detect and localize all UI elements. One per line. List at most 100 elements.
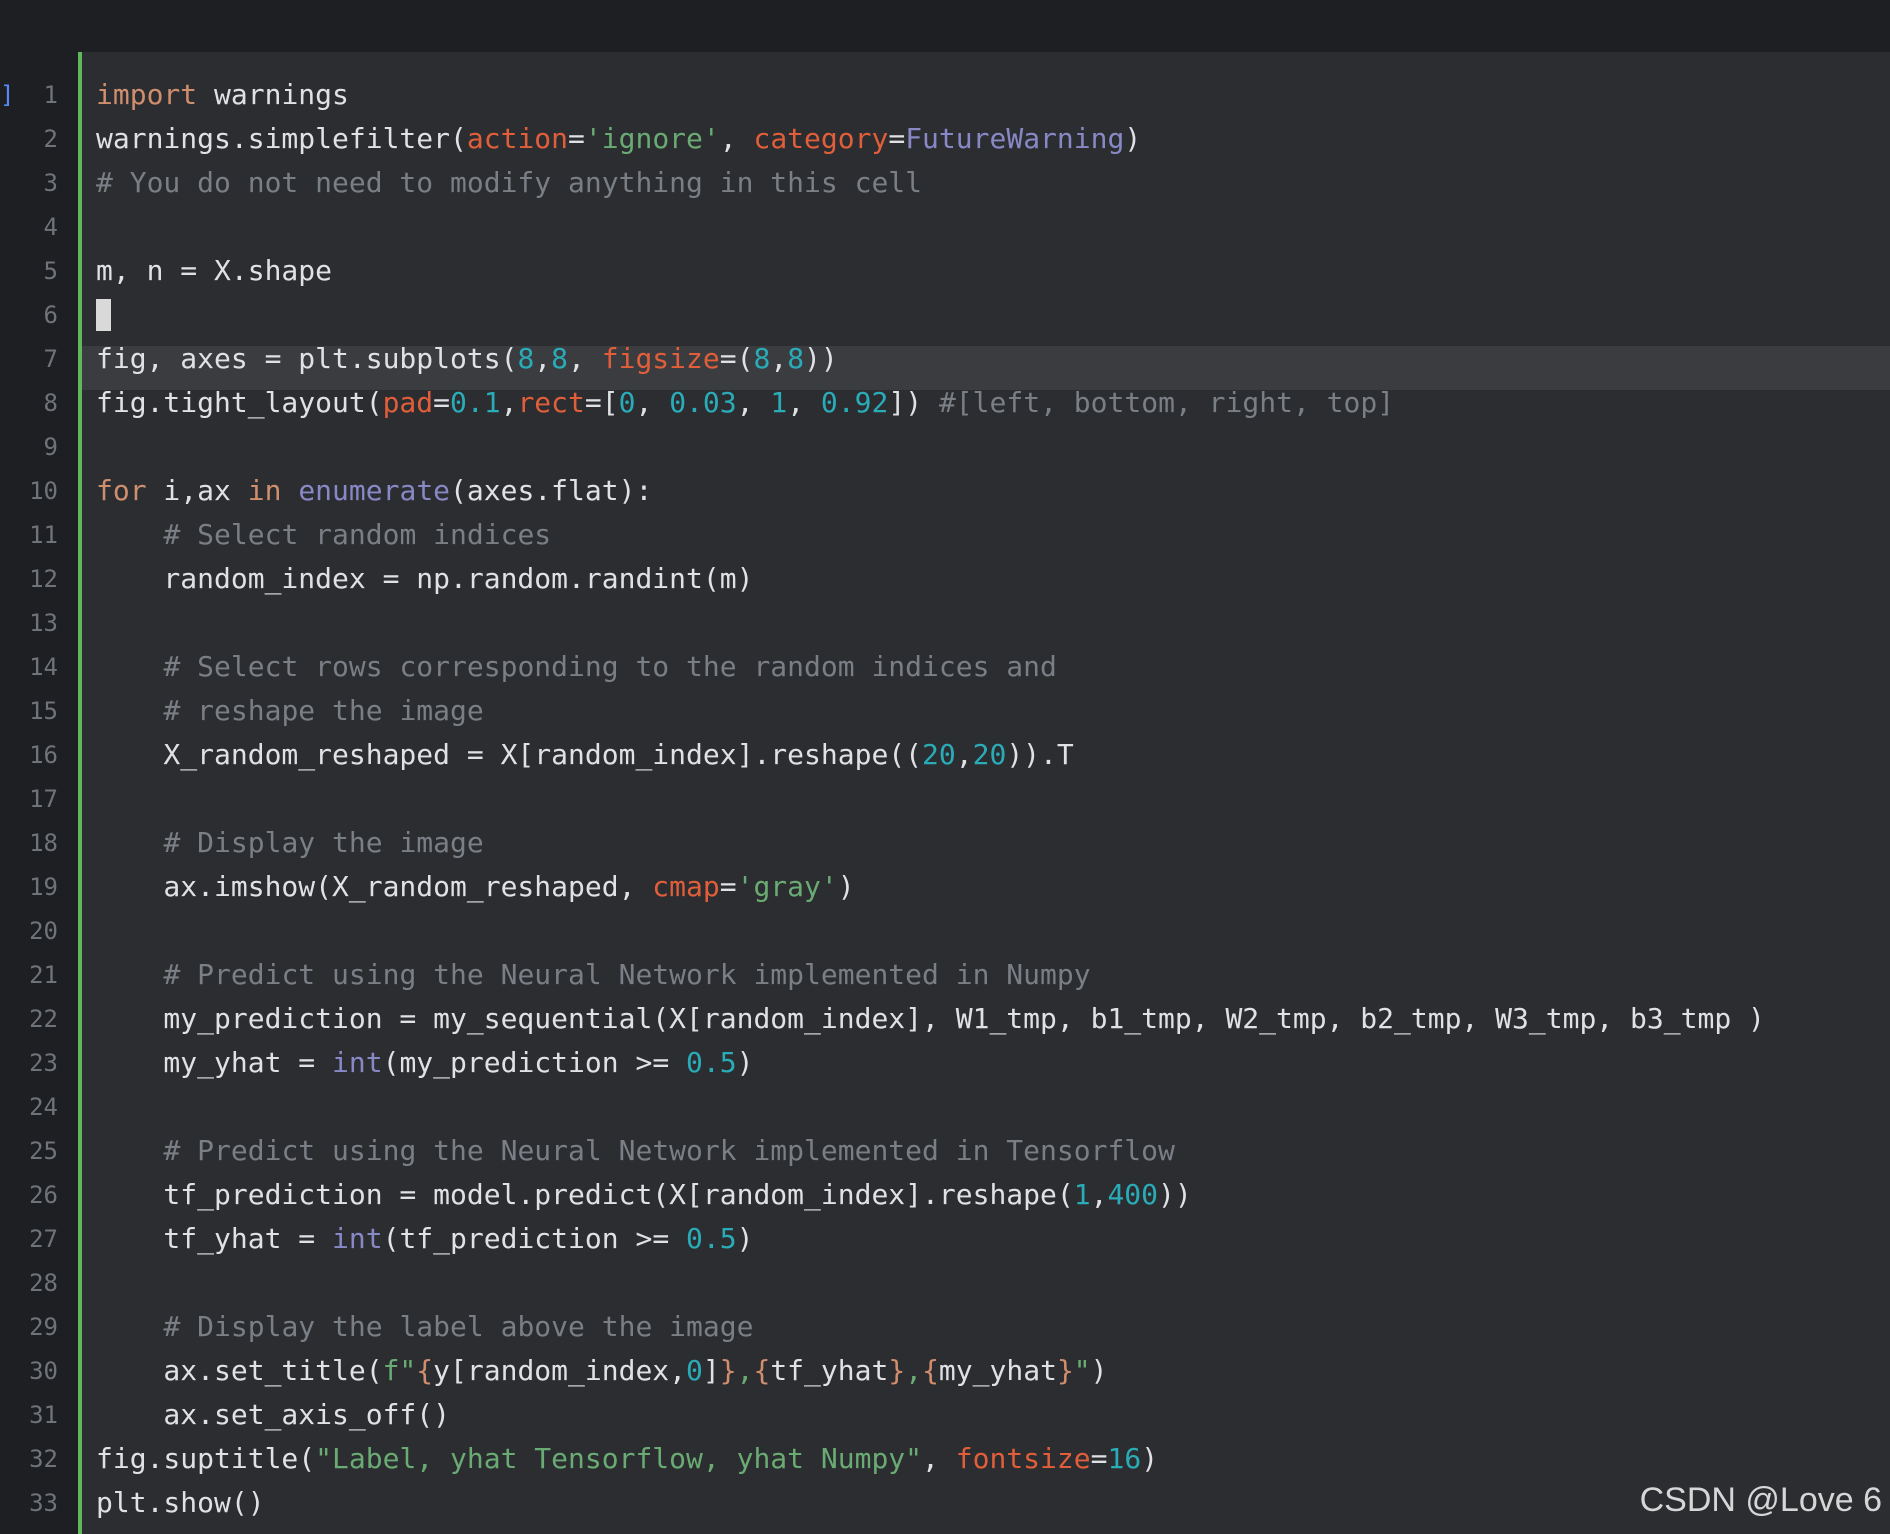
code-token: my_yhat = [96, 1046, 333, 1079]
code-line[interactable]: 21 # Predict using the Neural Network im… [0, 953, 1890, 997]
code-text: ax.set_title(f"{y[random_index,0]},{tf_y… [96, 1349, 1107, 1393]
line-number: 10 [29, 477, 58, 505]
code-line[interactable]: 29 # Display the label above the image [0, 1305, 1890, 1349]
code-line[interactable]: 18 # Display the image [0, 821, 1890, 865]
code-token: fig, axes = plt.subplots( [96, 342, 518, 375]
code-text: # Predict using the Neural Network imple… [96, 1129, 1174, 1173]
code-line[interactable]: 15 # reshape the image [0, 689, 1890, 733]
code-token: ax.set_title( [96, 1354, 383, 1387]
code-token: tf_yhat [770, 1354, 889, 1387]
code-token: , [736, 386, 771, 419]
code-text: # Select random indices [96, 513, 551, 557]
code-text: plt.show() [96, 1481, 265, 1525]
code-text: ax.imshow(X_random_reshaped, cmap='gray'… [96, 865, 854, 909]
code-token: , [534, 342, 552, 375]
line-number: 6 [43, 301, 58, 329]
line-number: 24 [29, 1093, 58, 1121]
code-line[interactable]: 1 import warnings [0, 73, 1890, 117]
code-line[interactable]: 24 [0, 1085, 1890, 1129]
code-token: = [433, 386, 451, 419]
code-line[interactable]: 27 tf_yhat = int(tf_prediction >= 0.5) [0, 1217, 1890, 1261]
line-number: 32 [29, 1445, 58, 1473]
code-token: ax.imshow(X_random_reshaped, [96, 870, 653, 903]
code-token: , [787, 386, 821, 419]
code-token: i,ax [146, 474, 248, 507]
code-line[interactable]: 33 plt.show() [0, 1481, 1890, 1525]
line-number: 1 [43, 81, 58, 109]
line-number: 8 [43, 389, 58, 417]
code-line[interactable]: 25 # Predict using the Neural Network im… [0, 1129, 1890, 1173]
code-text: ax.set_axis_off() [96, 1393, 450, 1437]
code-line[interactable]: 3 # You do not need to modify anything in… [0, 161, 1890, 205]
code-line[interactable]: 32 fig.suptitle("Label, yhat Tensorflow, … [0, 1437, 1890, 1481]
code-text: tf_prediction = model.predict(X[random_i… [96, 1173, 1192, 1217]
code-line[interactable]: 19 ax.imshow(X_random_reshaped, cmap='gr… [0, 865, 1890, 909]
code-token: = [888, 122, 906, 155]
code-token: fig.suptitle( [96, 1442, 316, 1475]
code-token: ) [1124, 122, 1142, 155]
line-number: 11 [29, 521, 58, 549]
code-line[interactable]: 20 [0, 909, 1890, 953]
code-line[interactable]: 11 # Select random indices [0, 513, 1890, 557]
code-text: # Predict using the Neural Network imple… [96, 953, 1090, 997]
code-token: # You do not need to modify anything in … [96, 166, 923, 199]
line-number: 22 [29, 1005, 58, 1033]
code-line[interactable]: 14 # Select rows corresponding to the ra… [0, 645, 1890, 689]
code-token: )) [1158, 1178, 1192, 1211]
code-line[interactable]: 26 tf_prediction = model.predict(X[rando… [0, 1173, 1890, 1217]
code-lines[interactable]: 1 import warnings 2 warnings.simplefilter(a… [0, 73, 1890, 1525]
code-line[interactable]: 10 for i,ax in enumerate(axes.flat): [0, 469, 1890, 513]
code-token: 0.5 [686, 1222, 737, 1255]
code-token: figsize [601, 342, 720, 375]
code-line[interactable]: 12 random_index = np.random.randint(m) [0, 557, 1890, 601]
code-token: cmap [652, 870, 720, 903]
code-line[interactable]: 22 my_prediction = my_sequential(X[rando… [0, 997, 1890, 1041]
code-token: , [922, 1442, 956, 1475]
code-line[interactable]: 7 fig, axes = plt.subplots(8,8, figsize=(… [0, 337, 1890, 381]
code-token: warnings.simplefilter( [96, 122, 467, 155]
line-number: 25 [29, 1137, 58, 1165]
code-token: 8 [517, 342, 535, 375]
code-token: )).T [1006, 738, 1074, 771]
code-line[interactable]: 28 [0, 1261, 1890, 1305]
code-token: ) [736, 1046, 754, 1079]
code-token: for [96, 474, 147, 507]
code-token: 1 [1073, 1178, 1091, 1211]
code-token: fontsize [955, 1442, 1091, 1475]
code-token: } [888, 1354, 906, 1387]
code-token: action [466, 122, 569, 155]
line-number: 13 [29, 609, 58, 637]
code-token: ] [702, 1354, 720, 1387]
code-line[interactable]: 13 [0, 601, 1890, 645]
code-token: ax.set_axis_off() [96, 1398, 451, 1431]
code-token: 0.1 [450, 386, 501, 419]
code-line[interactable]: 9 [0, 425, 1890, 469]
code-token: (tf_prediction >= [382, 1222, 687, 1255]
code-line[interactable]: 31 ax.set_axis_off() [0, 1393, 1890, 1437]
code-line[interactable]: 5 m, n = X.shape [0, 249, 1890, 293]
code-line[interactable]: 30 ax.set_title(f"{y[random_index,0]},{t… [0, 1349, 1890, 1393]
code-line[interactable]: 23 my_yhat = int(my_prediction >= 0.5) [0, 1041, 1890, 1085]
code-line[interactable]: 4 [0, 205, 1890, 249]
code-token: (my_prediction >= [382, 1046, 687, 1079]
code-token: 0.5 [686, 1046, 737, 1079]
line-number: 12 [29, 565, 58, 593]
code-token: } [719, 1354, 737, 1387]
code-line[interactable]: 2 warnings.simplefilter(action='ignore', … [0, 117, 1890, 161]
code-token: 0.92 [820, 386, 889, 419]
code-line[interactable]: 16 X_random_reshaped = X[random_index].r… [0, 733, 1890, 777]
code-token: category [753, 122, 889, 155]
code-line[interactable]: 17 [0, 777, 1890, 821]
code-token: #[left, bottom, right, top] [938, 386, 1395, 419]
code-token: tf_yhat = [96, 1222, 333, 1255]
code-text: # Select rows corresponding to the rando… [96, 645, 1056, 689]
code-line[interactable]: 8 fig.tight_layout(pad=0.1,rect=[0, 0.03,… [0, 381, 1890, 425]
code-token: , [500, 386, 518, 419]
code-token: # Select random indices [163, 518, 552, 551]
code-line[interactable]: 6 [0, 293, 1890, 337]
code-text: my_yhat = int(my_prediction >= 0.5) [96, 1041, 753, 1085]
code-token: , [1090, 1178, 1108, 1211]
